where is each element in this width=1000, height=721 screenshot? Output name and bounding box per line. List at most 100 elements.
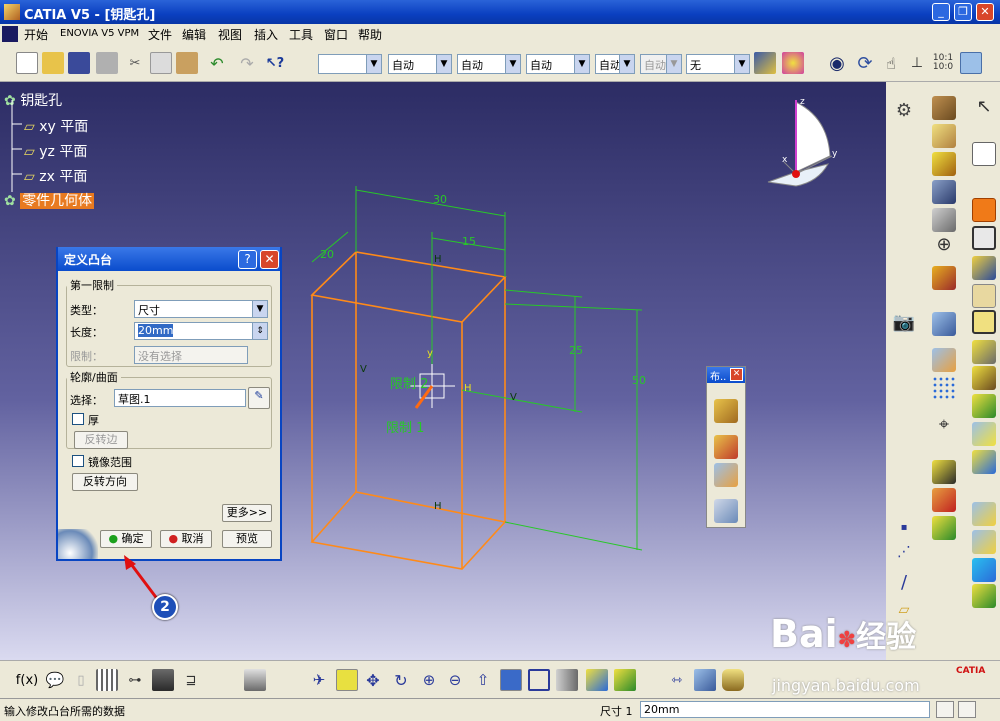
positioned-sketch-icon[interactable] [972,198,996,222]
new-icon[interactable] [16,52,38,74]
knowledge-icon[interactable]: ▯ [70,669,92,691]
close-button[interactable]: ✕ [976,3,994,21]
minimize-button[interactable]: _ [932,3,950,21]
menu-tools[interactable]: 工具 [289,26,313,43]
remove-icon[interactable] [714,499,738,523]
thread-icon[interactable] [972,450,996,474]
table-icon[interactable] [96,669,118,691]
cancel-button[interactable]: ● 取消 [160,530,212,548]
menu-help[interactable]: 帮助 [358,26,382,43]
axis-icon[interactable]: / [892,572,916,596]
reverse-direction-button[interactable]: 反转方向 [72,473,138,491]
target-icon[interactable]: ⊕ [932,234,956,258]
whats-this-icon[interactable]: ↖? [264,52,286,74]
rib-icon[interactable] [932,208,956,232]
pad-icon[interactable] [932,96,956,120]
fly-icon[interactable]: ◉ [826,52,848,74]
menu-insert[interactable]: 插入 [254,26,278,43]
profile-select-field[interactable]: 草图.1 [114,389,246,407]
zoom-icon[interactable]: 10:1 10:0 [932,52,954,74]
rect-pattern-icon[interactable] [932,376,956,400]
measure-icon[interactable] [932,312,956,336]
print-preview-icon[interactable] [244,669,266,691]
open-icon[interactable] [42,52,64,74]
remove-face-icon[interactable] [972,530,996,554]
sew-surface-icon[interactable] [972,502,996,526]
formula-icon[interactable]: f(x) [16,669,38,691]
menu-window[interactable]: 窗口 [324,26,348,43]
view-icon[interactable] [960,52,982,74]
paste-icon[interactable] [176,52,198,74]
boolean-icon[interactable] [714,399,738,423]
measure-inertia-icon[interactable] [722,669,744,691]
thick-checkbox[interactable] [72,413,84,425]
sketch-icon[interactable] [972,142,996,166]
hide-show-icon[interactable] [586,669,608,691]
scale-icon[interactable]: ⌖ [932,414,956,438]
length-field[interactable]: 20mm ⇕ [134,322,268,340]
thick-surface-icon[interactable] [932,488,956,512]
feature-icon[interactable] [972,284,996,308]
material-icon[interactable] [782,52,804,74]
shaft-icon[interactable] [932,152,956,176]
fillet-icon[interactable] [972,310,996,334]
draft-icon[interactable] [972,366,996,390]
pattern-icon[interactable] [932,348,956,372]
chamfer-icon[interactable] [972,340,996,364]
swap-space-icon[interactable] [614,669,636,691]
color-combo[interactable]: 自动 ▼ [388,54,452,74]
line-thickness-combo[interactable]: 自动 ▼ [526,54,590,74]
split-icon[interactable] [932,460,956,484]
pan-icon[interactable]: ☝ [880,52,902,74]
point-icon[interactable]: ▪ [892,522,916,546]
floatbar-close-button[interactable]: ✕ [730,368,743,381]
print-icon[interactable] [96,52,118,74]
camera-icon[interactable]: 📷 [892,312,916,336]
fit-all-icon[interactable]: ⟳ [854,52,876,74]
hole-icon[interactable] [932,180,956,204]
normal-view-icon[interactable]: ⇧ [472,669,494,691]
linetype-combo[interactable]: 自动 ▼ [595,54,635,74]
fit-icon[interactable] [336,669,358,691]
measure-item-icon[interactable] [694,669,716,691]
preview-button[interactable]: 预览 [222,530,272,548]
tool-icon[interactable] [972,256,996,280]
lock-icon[interactable] [152,669,174,691]
compass-icon[interactable]: ⊥ [906,52,928,74]
add-icon[interactable] [714,463,738,487]
comment-icon[interactable]: 💬 [44,669,66,691]
pocket-icon[interactable] [932,124,956,148]
undo-icon[interactable]: ↶ [206,52,228,74]
sketch-edit-icon[interactable]: ✎ [248,387,270,409]
shell-icon[interactable] [972,394,996,418]
multi-pad-icon[interactable] [932,266,956,290]
fly-mode-icon[interactable]: ✈ [308,669,330,691]
menu-enovia[interactable]: ENOVIA V5 VPM [60,28,139,39]
dialog-close-button[interactable]: ✕ [260,250,279,269]
menu-start[interactable]: 开始 [24,26,48,43]
replace-face-icon[interactable] [972,558,996,582]
solid-icon[interactable] [972,584,996,608]
compass[interactable]: z y x [767,97,838,187]
thickness-icon[interactable] [972,422,996,446]
redo-icon[interactable]: ↷ [236,52,258,74]
iso-view-icon[interactable] [528,669,550,691]
layer-combo[interactable]: 无 ▼ [686,54,750,74]
close-surface-icon[interactable] [932,516,956,540]
type-select[interactable]: 尺寸 ▼ [134,300,268,318]
pan-view-icon[interactable]: ✥ [362,669,384,691]
tree-icon[interactable]: ⊶ [124,669,146,691]
zoom-in-icon[interactable]: ⊕ [418,669,440,691]
line-icon[interactable]: ⋰ [892,544,916,568]
rotate-icon[interactable]: ↻ [390,669,412,691]
maximize-button[interactable]: ❐ [954,3,972,21]
assemble-icon[interactable] [714,435,738,459]
menu-edit[interactable]: 编辑 [182,26,206,43]
transparency-combo[interactable]: 自动 ▼ [457,54,521,74]
mirror-checkbox[interactable] [72,455,84,467]
status-param-field[interactable]: 20mm [640,701,930,718]
multi-view-icon[interactable] [500,669,522,691]
more-button[interactable]: 更多>> [222,504,272,522]
painter-icon[interactable] [754,52,776,74]
measure-between-icon[interactable]: ⇿ [666,669,688,691]
